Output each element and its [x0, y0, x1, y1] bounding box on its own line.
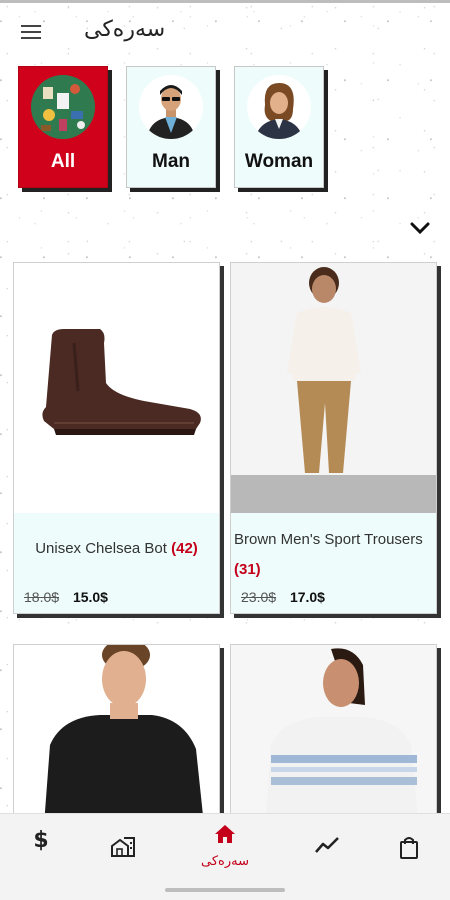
nav-home-label: سەرەکی: [201, 854, 249, 869]
nav-trend[interactable]: [292, 814, 362, 884]
product-image-boot: [14, 263, 219, 513]
nav-dollar[interactable]: $: [6, 814, 76, 884]
category-woman[interactable]: Woman: [234, 66, 324, 188]
product-image-sweater: [14, 645, 219, 823]
product-title: Unisex Chelsea Bot: [35, 540, 167, 557]
product-prices: 23.0$ 17.0$: [241, 589, 325, 605]
stores-icon: [111, 837, 135, 857]
product-review-count: (42): [171, 540, 198, 557]
product-title: Brown Men's Sport Trousers: [234, 531, 423, 548]
chevron-down-icon[interactable]: [408, 218, 432, 238]
product-name: Brown Men's Sport Trousers (31): [231, 525, 436, 585]
category-label: All: [50, 151, 76, 172]
category-label: Man: [152, 151, 190, 172]
nav-home[interactable]: سەرەکی: [190, 814, 260, 884]
app-header: سەرەکی: [0, 3, 450, 59]
nav-stores[interactable]: [88, 814, 158, 884]
home-icon: [215, 825, 235, 843]
category-all[interactable]: All: [18, 66, 108, 188]
product-card[interactable]: Unisex Chelsea Bot (42) 18.0$ 15.0$: [13, 262, 220, 614]
bottom-navigation: $ سەرەکی: [0, 813, 450, 900]
product-review-count: (31): [234, 561, 261, 578]
page-title: سەرەکی: [84, 17, 166, 42]
product-prices: 18.0$ 15.0$: [24, 589, 108, 605]
product-card[interactable]: [13, 644, 220, 824]
hamburger-menu-icon[interactable]: [21, 25, 41, 39]
dollar-icon: $: [33, 828, 49, 853]
shopping-bag-icon: [400, 837, 418, 859]
old-price: 23.0$: [241, 589, 277, 605]
category-man[interactable]: Man: [126, 66, 216, 188]
product-image-trousers: [231, 263, 436, 485]
trend-icon: [315, 837, 339, 853]
woman-avatar: [247, 75, 311, 139]
old-price: 18.0$: [24, 589, 60, 605]
product-image-shirt: [231, 645, 436, 823]
product-card[interactable]: [230, 644, 437, 824]
current-price: 17.0$: [289, 589, 325, 605]
all-category-image: [31, 75, 95, 139]
man-avatar: [139, 75, 203, 139]
category-label: Woman: [244, 151, 314, 172]
product-image-floor: [231, 475, 436, 513]
product-name: Unisex Chelsea Bot (42): [14, 540, 219, 557]
current-price: 15.0$: [72, 589, 108, 605]
gesture-home-bar: [165, 888, 285, 892]
nav-shopping-bag[interactable]: [374, 814, 444, 884]
product-card[interactable]: Brown Men's Sport Trousers (31) 23.0$ 17…: [230, 262, 437, 614]
